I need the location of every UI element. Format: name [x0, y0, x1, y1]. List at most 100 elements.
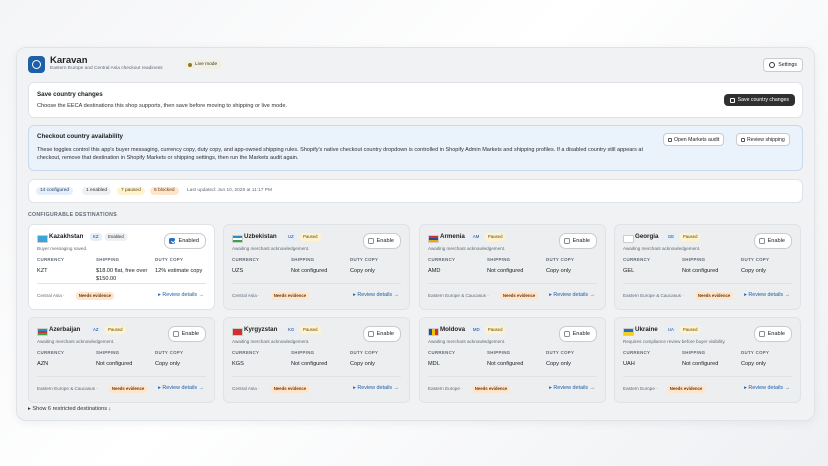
shipping-value: Not configured: [291, 361, 328, 367]
review-details-link[interactable]: ▸ Review details →: [744, 292, 790, 298]
checkbox-icon: [172, 331, 179, 337]
enable-toggle[interactable]: Enable: [167, 326, 206, 342]
needs-evidence-badge: Needs evidence: [108, 385, 148, 393]
duty-header: DUTY COPY: [741, 350, 770, 355]
region-label: Eastern Europe & Caucasus ·: [37, 386, 98, 391]
app-header: Karavan Eastern Europe and Central Asia …: [17, 48, 814, 80]
duty-value: 12% estimate copy: [155, 268, 203, 274]
country-code-badge: UZ: [285, 233, 297, 241]
card-divider: [37, 376, 206, 377]
shipping-header: SHIPPING: [487, 257, 511, 262]
review-details-link[interactable]: ▸ Review details →: [158, 385, 204, 391]
card-divider: [623, 283, 792, 284]
destination-card: Kyrgyzstan KG Paused Awaiting merchant a…: [223, 317, 410, 403]
duty-value: Copy only: [350, 268, 375, 274]
review-shipping-button[interactable]: Review shipping: [736, 133, 790, 146]
review-details-link[interactable]: ▸ Review details →: [353, 385, 399, 391]
needs-evidence-badge: Needs evidence: [270, 292, 310, 300]
checkbox-icon: [758, 331, 765, 337]
duty-value: Copy only: [155, 361, 180, 367]
status-badge: Paused: [679, 326, 701, 334]
destination-card: Armenia AM Paused Awaiting merchant ackn…: [419, 224, 606, 310]
review-shipping-label: Review shipping: [747, 136, 785, 143]
review-details-link[interactable]: ▸ Review details →: [549, 292, 595, 298]
duty-header: DUTY COPY: [155, 350, 184, 355]
shipping-value: $18.00 flat, free over $150.00: [96, 268, 148, 282]
review-details-link[interactable]: ▸ Review details →: [353, 292, 399, 298]
review-details-label: Review details: [748, 385, 784, 391]
duty-header: DUTY COPY: [155, 257, 184, 262]
review-details-label: Review details: [357, 385, 393, 391]
enable-toggle[interactable]: Enable: [558, 326, 597, 342]
save-country-changes-button[interactable]: Save country changes: [723, 94, 795, 106]
shipping-header: SHIPPING: [96, 257, 120, 262]
duty-value: Copy only: [546, 361, 571, 367]
shipping-value: Not configured: [487, 361, 524, 367]
save-changes-card: Save country changes Choose the EECA des…: [28, 82, 803, 118]
show-restricted-toggle[interactable]: ▸ Show 6 restricted destinations ↓: [28, 406, 111, 412]
currency-value: AMD: [428, 268, 441, 274]
enable-toggle[interactable]: Enable: [362, 326, 401, 342]
duty-value: Copy only: [741, 361, 766, 367]
shipping-header: SHIPPING: [487, 350, 511, 355]
shipping-header: SHIPPING: [291, 350, 315, 355]
checkbox-icon: [367, 238, 374, 244]
enable-toggle[interactable]: Enable: [753, 326, 792, 342]
shipping-value: Not configured: [682, 268, 719, 274]
flag-icon: [428, 235, 439, 243]
enable-toggle[interactable]: Enable: [558, 233, 597, 249]
region-label: Eastern Europe ·: [428, 386, 463, 391]
currency-header: CURRENCY: [37, 257, 65, 262]
app-subtitle: Eastern Europe and Central Asia checkout…: [50, 66, 163, 71]
currency-value: GEL: [623, 268, 635, 274]
destination-note: Awaiting merchant acknowledgement.: [232, 246, 310, 251]
region-label: Eastern Europe & Caucasus ·: [623, 293, 684, 298]
currency-value: KZT: [37, 268, 48, 274]
destination-note: Awaiting merchant acknowledgement.: [428, 339, 506, 344]
country-code-badge: GE: [664, 233, 678, 241]
review-details-label: Review details: [162, 292, 198, 298]
duty-header: DUTY COPY: [546, 350, 575, 355]
shipping-header: SHIPPING: [682, 350, 706, 355]
open-markets-audit-button[interactable]: Open Markets audit: [663, 133, 725, 146]
shipping-value: Not configured: [487, 268, 524, 274]
document-icon: [741, 137, 745, 142]
live-badge-label: Live mode: [195, 62, 218, 67]
enable-toggle[interactable]: Enabled: [164, 233, 206, 249]
status-badge: Paused: [679, 233, 701, 241]
save-icon: [729, 97, 735, 103]
duty-value: Copy only: [546, 268, 571, 274]
settings-button[interactable]: Settings: [763, 58, 803, 72]
currency-header: CURRENCY: [428, 350, 456, 355]
flag-icon: [37, 235, 48, 243]
toggle-label: Enable: [767, 238, 785, 244]
card-divider: [232, 376, 401, 377]
section-heading: CONFIGURABLE DESTINATIONS: [28, 212, 117, 218]
status-badge: Enabled: [105, 233, 127, 241]
region-label: Central Asia ·: [37, 293, 65, 298]
save-card-title: Save country changes: [37, 91, 103, 98]
currency-header: CURRENCY: [37, 350, 65, 355]
card-divider: [37, 283, 206, 284]
save-button-label: Save country changes: [737, 97, 789, 103]
currency-value: UZS: [232, 268, 244, 274]
status-badge: Paused: [105, 326, 126, 334]
review-details-link[interactable]: ▸ Review details →: [744, 385, 790, 391]
needs-evidence-badge: Needs evidence: [75, 292, 115, 300]
enable-toggle[interactable]: Enable: [362, 233, 401, 249]
country-code-badge: UA: [664, 326, 677, 334]
checkbox-icon: [758, 238, 765, 244]
shipping-header: SHIPPING: [96, 350, 120, 355]
flag-icon: [623, 328, 634, 336]
needs-evidence-badge: Needs evidence: [666, 385, 706, 393]
checkbox-icon: [563, 331, 570, 337]
review-details-link[interactable]: ▸ Review details →: [549, 385, 595, 391]
enable-toggle[interactable]: Enable: [753, 233, 792, 249]
country-name: Kyrgyzstan: [244, 326, 278, 333]
destination-card: Moldova MD Paused Awaiting merchant ackn…: [419, 317, 606, 403]
checkbox-icon: [169, 238, 176, 244]
review-details-label: Review details: [553, 292, 589, 298]
shipping-header: SHIPPING: [682, 257, 706, 262]
review-details-link[interactable]: ▸ Review details →: [158, 292, 204, 298]
blocked-count-badge: 6 blocked: [150, 187, 179, 195]
